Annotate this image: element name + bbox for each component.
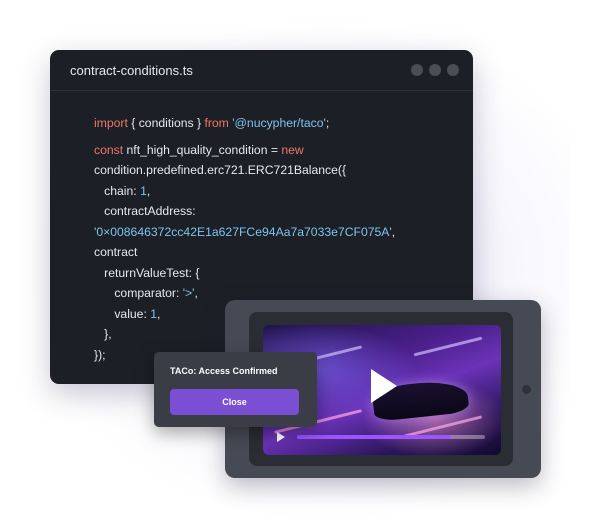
- code-token: condition.predefined.erc721.ERC721Balanc…: [94, 163, 347, 177]
- code-line: contract: [94, 242, 463, 263]
- code-token: ,: [391, 224, 396, 239]
- code-token: '>': [182, 286, 195, 300]
- code-token: returnValueTest: {: [94, 265, 200, 280]
- code-token: new: [281, 142, 304, 157]
- code-line: import { conditions } from '@nucypher/ta…: [94, 113, 463, 134]
- code-token: from: [204, 116, 229, 130]
- code-token: 1: [140, 183, 147, 198]
- play-small-icon[interactable]: [277, 432, 285, 442]
- code-token: });: [94, 347, 106, 362]
- window-controls: [411, 64, 459, 76]
- code-token: '@nucypher/taco': [232, 116, 326, 130]
- video-controls: [277, 431, 485, 443]
- code-token: ,: [146, 183, 151, 198]
- window-dot-icon[interactable]: [447, 64, 459, 76]
- code-line: chain: 1,: [94, 181, 463, 202]
- code-line: contractAddress:: [94, 201, 463, 222]
- code-token: chain:: [94, 183, 141, 198]
- video-progress-fill: [297, 435, 452, 439]
- code-token: 1: [150, 306, 158, 321]
- code-line: condition.predefined.erc721.ERC721Balanc…: [94, 160, 463, 181]
- code-token: nft_high_quality_condition =: [123, 142, 282, 157]
- access-dialog: TACo: Access Confirmed Close: [154, 352, 317, 427]
- close-button[interactable]: Close: [170, 389, 299, 415]
- code-token: value:: [94, 306, 151, 321]
- code-token: { conditions }: [127, 116, 205, 130]
- code-line: returnValueTest: {: [94, 263, 463, 284]
- code-token: comparator:: [94, 286, 183, 300]
- light-streak: [413, 336, 483, 357]
- window-dot-icon[interactable]: [411, 64, 423, 76]
- code-token: contractAddress:: [94, 204, 196, 218]
- tablet-home-button: [522, 385, 531, 394]
- code-token: ,: [157, 306, 161, 321]
- code-line: const nft_high_quality_condition = new: [94, 140, 463, 161]
- code-token: },: [94, 327, 112, 341]
- window-dot-icon[interactable]: [429, 64, 441, 76]
- code-token: '0×008646372cc42E1a627FCe94Aa7a7033e7CF0…: [94, 224, 392, 239]
- code-line: '0×008646372cc42E1a627FCe94Aa7a7033e7CF0…: [94, 222, 463, 243]
- file-name: contract-conditions.ts: [70, 62, 193, 78]
- play-icon[interactable]: [371, 369, 397, 403]
- editor-header: contract-conditions.ts: [50, 50, 473, 91]
- code-token: ,: [194, 286, 198, 300]
- code-token: import: [94, 116, 128, 130]
- dialog-title: TACo: Access Confirmed: [170, 366, 278, 376]
- code-token: ;: [325, 116, 330, 130]
- video-progress-bar[interactable]: [297, 435, 485, 439]
- code-token: contract: [94, 245, 138, 259]
- code-token: const: [94, 142, 124, 157]
